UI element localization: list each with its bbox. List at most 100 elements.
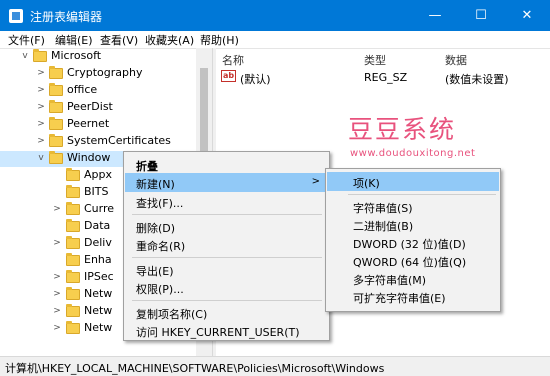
menu-item-label: 权限(P)... (136, 283, 184, 296)
submenu-item-label: 可扩充字符串值(E) (353, 292, 446, 305)
menu-item-label: 复制项名称(C) (136, 308, 208, 321)
tree-item-systemcertificates[interactable]: > SystemCertificates (0, 134, 196, 150)
tree-item-peerdist[interactable]: > PeerDist (0, 100, 196, 116)
chevron-right-icon[interactable]: > (36, 68, 46, 78)
chevron-right-icon[interactable]: > (52, 272, 62, 282)
folder-icon (66, 219, 80, 232)
menu-separator (132, 300, 322, 301)
tree-item-microsoft[interactable]: v Microsoft (0, 49, 196, 65)
registry-path: 计算机\HKEY_LOCAL_MACHINE\SOFTWARE\Policies… (5, 362, 385, 375)
chevron-right-icon[interactable]: > (36, 119, 46, 129)
tree-label: Curre (84, 202, 115, 215)
chevron-right-icon[interactable]: > (52, 323, 62, 333)
tree-label: Data (84, 219, 111, 232)
tree-item-cryptography[interactable]: > Cryptography (0, 66, 196, 82)
title-bar: 注册表编辑器 — ☐ ✕ (0, 0, 550, 31)
submenu-item-string[interactable]: 字符串值(S) (327, 197, 499, 216)
submenu-item-label: 二进制值(B) (353, 220, 414, 233)
menu-item-copy-key-name[interactable]: 复制项名称(C) (125, 303, 328, 322)
chevron-right-icon[interactable]: > (36, 85, 46, 95)
string-value-icon: ab (221, 70, 236, 82)
chevron-right-icon[interactable]: > (52, 204, 62, 214)
menu-item-delete[interactable]: 删除(D) (125, 217, 328, 236)
minimize-button[interactable]: — (412, 0, 458, 31)
menu-separator (348, 194, 496, 195)
tree-label: Appx (84, 168, 112, 181)
chevron-right-icon[interactable]: > (36, 136, 46, 146)
tree-label: Microsoft (51, 49, 102, 62)
tree-label: Window (67, 151, 111, 164)
menu-item-new[interactable]: 新建(N) > (125, 173, 328, 192)
folder-icon (66, 236, 80, 249)
menu-item-export[interactable]: 导出(E) (125, 260, 328, 279)
folder-icon (33, 49, 47, 62)
value-data: (数值未设置) (445, 73, 509, 86)
menu-view[interactable]: 查看(V) (100, 32, 138, 48)
menu-favorites[interactable]: 收藏夹(A) (145, 32, 194, 48)
menu-item-find[interactable]: 查找(F)... (125, 192, 328, 211)
submenu-item-label: DWORD (32 位)值(D) (353, 238, 466, 251)
maximize-button[interactable]: ☐ (458, 0, 504, 31)
chevron-right-icon[interactable]: > (52, 289, 62, 299)
menu-item-label: 重命名(R) (136, 240, 186, 253)
menu-edit[interactable]: 编辑(E) (55, 32, 93, 48)
menu-item-rename[interactable]: 重命名(R) (125, 235, 328, 254)
status-bar: 计算机\HKEY_LOCAL_MACHINE\SOFTWARE\Policies… (0, 356, 550, 376)
submenu-item-qword[interactable]: QWORD (64 位)值(Q) (327, 251, 499, 270)
value-name[interactable]: (默认) (240, 71, 271, 87)
submenu-item-key[interactable]: 项(K) (327, 172, 499, 191)
tree-item-office[interactable]: > office (0, 83, 196, 99)
chevron-right-icon[interactable]: > (36, 102, 46, 112)
menu-bar: 文件(F) 编辑(E) 查看(V) 收藏夹(A) 帮助(H) (0, 31, 550, 48)
chevron-down-icon[interactable]: v (36, 153, 46, 163)
folder-icon (66, 202, 80, 215)
folder-icon (49, 100, 63, 113)
column-header-type[interactable]: 类型 (364, 52, 386, 68)
folder-icon (66, 321, 80, 334)
chevron-down-icon[interactable]: v (20, 51, 30, 61)
submenu-item-label: 项(K) (353, 177, 380, 190)
value-type: REG_SZ (364, 71, 408, 84)
folder-icon (66, 168, 80, 181)
column-header-data[interactable]: 数据 (445, 52, 467, 68)
menu-item-label: 访问 HKEY_CURRENT_USER(T) (136, 326, 300, 339)
window-title: 注册表编辑器 (30, 10, 103, 24)
tree-label: SystemCertificates (67, 134, 171, 147)
menu-separator (132, 214, 322, 215)
menu-item-label: 折叠 (136, 160, 158, 173)
close-button[interactable]: ✕ (504, 0, 550, 31)
menu-item-visit-hkcu[interactable]: 访问 HKEY_CURRENT_USER(T) (125, 321, 328, 340)
menu-help[interactable]: 帮助(H) (200, 32, 239, 48)
folder-icon (66, 304, 80, 317)
menu-separator (132, 257, 322, 258)
tree-label: Netw (84, 287, 113, 300)
chevron-right-icon[interactable]: > (52, 306, 62, 316)
column-header-name[interactable]: 名称 (222, 52, 244, 68)
tree-label: Netw (84, 321, 113, 334)
folder-icon (66, 287, 80, 300)
submenu-item-binary[interactable]: 二进制值(B) (327, 215, 499, 234)
menu-file[interactable]: 文件(F) (8, 32, 45, 48)
tree-label: Peernet (67, 117, 110, 130)
regedit-icon (9, 9, 23, 23)
submenu-item-dword[interactable]: DWORD (32 位)值(D) (327, 233, 499, 252)
folder-icon (66, 253, 80, 266)
submenu-item-label: 多字符串值(M) (353, 274, 427, 287)
submenu-item-expandable-string[interactable]: 可扩充字符串值(E) (327, 287, 499, 306)
menu-item-label: 新建(N) (136, 178, 175, 191)
folder-icon (49, 83, 63, 96)
tree-label: Netw (84, 304, 113, 317)
menu-item-permissions[interactable]: 权限(P)... (125, 278, 328, 297)
chevron-right-icon[interactable]: > (52, 238, 62, 248)
submenu-item-multi-string[interactable]: 多字符串值(M) (327, 269, 499, 288)
folder-icon (49, 151, 63, 164)
menu-item-collapse[interactable]: 折叠 (125, 155, 328, 174)
submenu-arrow-icon: > (311, 176, 320, 187)
menu-item-label: 导出(E) (136, 265, 174, 278)
tree-label: BITS (84, 185, 109, 198)
folder-icon (49, 117, 63, 130)
submenu-item-label: QWORD (64 位)值(Q) (353, 256, 467, 269)
watermark-url: www.doudouxitong.net (350, 148, 476, 159)
tree-label: Deliv (84, 236, 112, 249)
tree-item-peernet[interactable]: > Peernet (0, 117, 196, 133)
